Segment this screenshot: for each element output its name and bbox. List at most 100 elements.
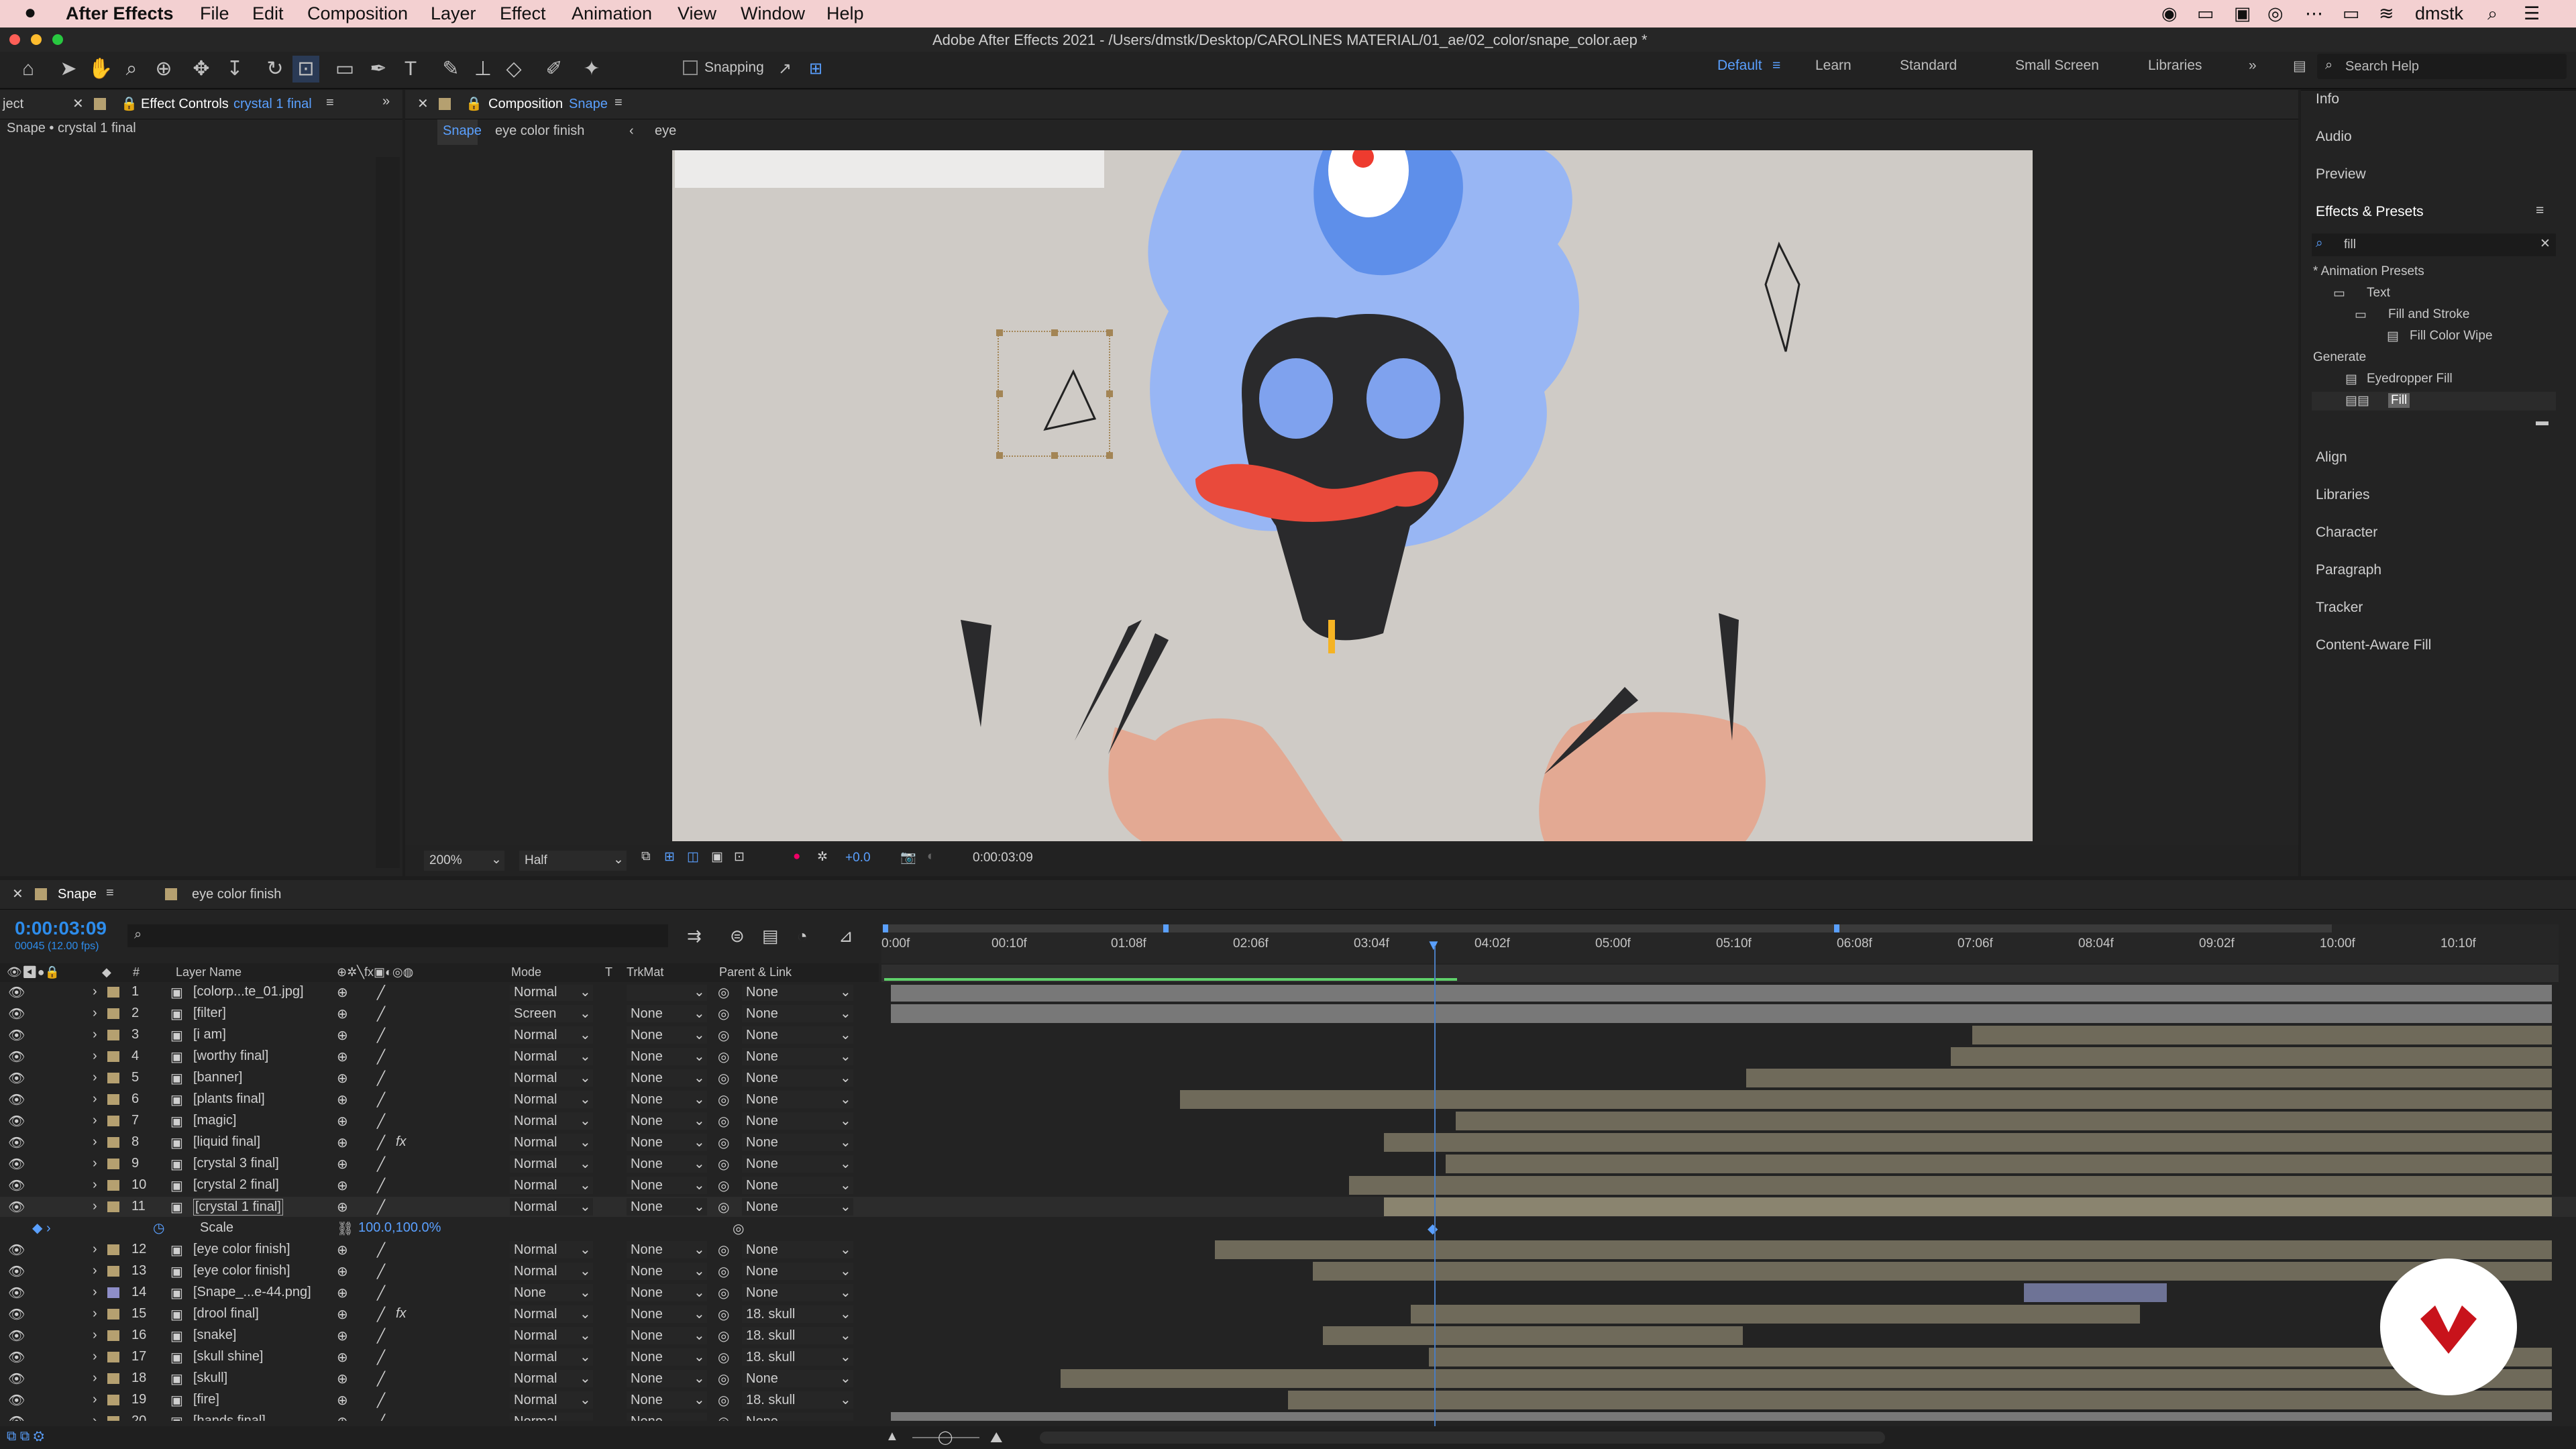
trkmat-dropdown[interactable]: None ⌄ [627,1048,707,1065]
align-panel[interactable]: Align [2316,449,2347,466]
shy-switch-icon[interactable]: ⊕ [337,1263,348,1280]
label-color-icon[interactable] [107,1094,119,1105]
layer-name[interactable]: [crystal 1 final] [193,1199,283,1216]
workspace-libraries[interactable]: Libraries [2148,58,2202,74]
pickwhip-icon[interactable]: ◎ [718,1413,729,1421]
layer-duration-bar[interactable] [1287,1391,2552,1409]
comp-menu-icon[interactable]: ≡ [614,95,623,111]
handle-bl[interactable] [996,452,1003,459]
timeline-scrollbar[interactable] [1040,1432,1885,1444]
label-color-icon[interactable] [107,1395,119,1405]
workspace-standard[interactable]: Standard [1900,58,1957,74]
fx-switch-icon[interactable]: fx [396,1306,407,1322]
search-icon[interactable]: ⌕ [2487,3,2498,25]
eye-icon[interactable]: 👁 [8,1006,25,1022]
new-bin-icon[interactable]: ▬ [2536,415,2548,429]
parent-dropdown[interactable]: 18. skull ⌄ [742,1327,853,1344]
tree-fill-color-wipe[interactable]: Fill Color Wipe [2410,329,2493,343]
quality-switch-icon[interactable]: ╱ [377,1091,385,1108]
keyframe-nav-icon[interactable]: ◆ › [32,1220,51,1236]
app-menu[interactable]: After Effects [66,3,174,24]
brush-tool-icon[interactable]: ✎ [437,56,464,83]
eye-icon[interactable]: 👁 [8,1306,25,1323]
mode-dropdown[interactable]: None ⌄ [510,1284,593,1301]
layer-duration-bar[interactable] [2023,1283,2167,1302]
expand-icon[interactable]: › [93,1049,97,1064]
expand-icon[interactable]: › [93,1242,97,1257]
effects-menu-icon[interactable]: ≡ [2536,203,2544,219]
menu-layer[interactable]: Layer [431,3,476,24]
eye-icon[interactable]: 👁 [8,1371,25,1387]
work-area-bar[interactable] [883,924,2332,932]
timeline-menu-icon[interactable]: ≡ [106,885,114,901]
workspace-menu-icon[interactable]: ≡ [1772,58,1780,74]
label-color-icon[interactable] [107,1330,119,1341]
label-color-icon[interactable] [107,1309,119,1320]
label-color-icon[interactable] [107,1201,119,1212]
expand-icon[interactable]: › [93,1263,97,1279]
mode-dropdown[interactable]: Normal ⌄ [510,1069,593,1087]
layer-name[interactable]: [colorp...te_01.jpg] [193,985,304,1000]
lock-icon[interactable] [94,98,106,110]
crumb-snape[interactable]: Snape [443,123,482,139]
pan-tool-icon[interactable]: ✥ [188,56,215,83]
layer-bounds[interactable] [998,331,1110,457]
shy-switch-icon[interactable]: ⊕ [337,1285,348,1301]
menu-edit[interactable]: Edit [252,3,284,24]
layer-name[interactable]: [eye color finish] [193,1263,290,1279]
layer-name[interactable]: [i am] [193,1027,226,1042]
eye-icon[interactable]: 👁 [8,985,25,1001]
handle-tm[interactable] [1051,329,1058,336]
label-color-icon[interactable] [107,1352,119,1362]
mode-dropdown[interactable]: Normal ⌄ [510,1134,593,1151]
shy-switch-icon[interactable]: ⊕ [337,1349,348,1366]
libraries-panel[interactable]: Libraries [2316,487,2370,503]
menu-effect[interactable]: Effect [500,3,546,24]
pan-behind-tool-icon[interactable]: ⊡ [292,56,319,83]
timeline-tab-snape[interactable]: Snape [58,887,97,902]
quality-switch-icon[interactable]: ╱ [377,1113,385,1130]
timeline-timecode[interactable]: 0:00:03:09 [15,918,107,939]
shy-switch-icon[interactable]: ⊕ [337,1371,348,1387]
eye-icon[interactable]: 👁 [8,1392,25,1409]
layer-duration-bar[interactable] [891,1004,2552,1023]
preview-panel[interactable]: Preview [2316,166,2366,182]
selection-tool-icon[interactable]: ➤ [55,56,82,83]
layer-row[interactable]: 👁 › 5 ▣ [banner] ⊕ ╱ Normal ⌄ None ⌄ ◎ None ⌄ [0,1068,2576,1088]
expand-icon[interactable]: › [93,1349,97,1364]
label-color-icon[interactable] [107,987,119,998]
eye-icon[interactable]: 👁 [8,1134,25,1151]
expand-icon[interactable]: › [93,1285,97,1300]
col-mode[interactable]: Mode [511,965,541,979]
tree-fill[interactable]: Fill [2388,393,2410,408]
trkmat-dropdown[interactable]: None ⌄ [627,1413,707,1421]
wifi-icon[interactable]: ≋ [2379,3,2394,24]
parent-dropdown[interactable]: None ⌄ [742,985,853,1001]
quality-switch-icon[interactable]: ╱ [377,1349,385,1366]
pickwhip-icon[interactable]: ◎ [718,1199,729,1216]
label-color-icon[interactable] [107,1287,119,1298]
layer-name[interactable]: [fire] [193,1392,219,1407]
label-color-icon[interactable] [107,1030,119,1040]
layer-row[interactable]: 👁 › 17 ▣ [skull shine] ⊕ ╱ Normal ⌄ None ⌄ ◎ 18. sku… [0,1347,2576,1367]
pickwhip-icon[interactable]: ◎ [718,1328,729,1344]
layer-name[interactable]: [eye color finish] [193,1242,290,1257]
layer-name[interactable]: [crystal 3 final] [193,1156,279,1171]
fast-preview-icon[interactable]: ⧉ [641,849,651,864]
parent-dropdown[interactable]: None ⌄ [742,1263,853,1280]
pickwhip-icon[interactable]: ◎ [718,1392,729,1409]
layer-duration-bar[interactable] [1972,1026,2552,1044]
quality-switch-icon[interactable]: ╱ [377,1006,385,1022]
expand-panel-icon[interactable]: » [382,94,390,109]
layer-name[interactable]: [banner] [193,1070,242,1085]
mode-dropdown[interactable]: Normal ⌄ [510,1241,593,1258]
effect-controls-layer[interactable]: crystal 1 final [233,97,312,112]
col-trkmat[interactable]: TrkMat [627,965,663,979]
layer-name[interactable]: [magic] [193,1113,236,1128]
quality-switch-icon[interactable]: ╱ [377,985,385,1001]
mode-dropdown[interactable]: Normal ⌄ [510,1370,593,1387]
quality-switch-icon[interactable]: ╱ [377,1177,385,1194]
menu-animation[interactable]: Animation [572,3,652,24]
quality-switch-icon[interactable]: ╱ [377,1392,385,1409]
frame-blending-icon[interactable]: ◔ [797,926,808,947]
